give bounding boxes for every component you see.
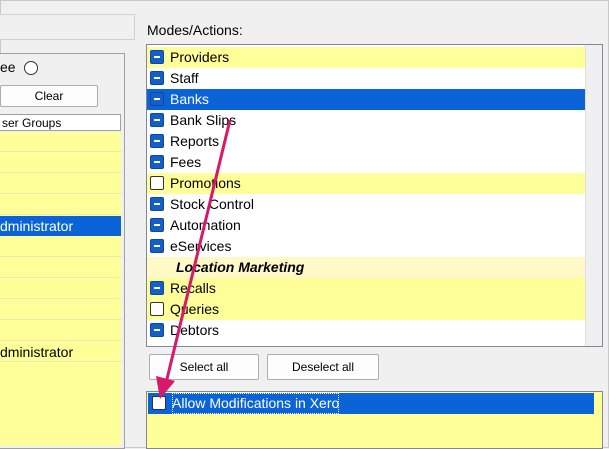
partial-checkbox-icon[interactable] [150, 113, 164, 127]
mode-action-label: Promotions [170, 175, 241, 191]
user-group-row[interactable] [0, 237, 121, 257]
permissions-list[interactable]: Allow Modifications in Xero [146, 391, 603, 449]
modes-actions-label: Modes/Actions: [147, 22, 243, 38]
partial-checkbox-icon[interactable] [150, 155, 164, 169]
mode-action-row[interactable]: Promotions [147, 173, 585, 194]
user-group-row[interactable] [0, 258, 121, 278]
radio-button[interactable] [24, 61, 38, 75]
mode-action-label: Staff [170, 70, 199, 86]
user-group-row[interactable]: dministrator [0, 342, 121, 362]
mode-action-row[interactable]: Recalls [147, 278, 585, 299]
user-group-row[interactable] [0, 321, 121, 341]
checkbox-icon[interactable] [150, 176, 164, 190]
partial-checkbox-icon[interactable] [150, 71, 164, 85]
user-group-row[interactable] [0, 300, 121, 320]
mode-action-label: eServices [170, 238, 232, 254]
clear-button[interactable]: Clear [0, 85, 98, 107]
mode-action-row[interactable]: Staff [147, 68, 585, 89]
left-toolbar-area [0, 14, 135, 40]
mode-action-row[interactable]: Queries [147, 299, 585, 320]
user-group-row[interactable] [0, 195, 121, 215]
user-group-row[interactable] [0, 153, 121, 173]
partial-checkbox-icon[interactable] [150, 218, 164, 232]
mode-action-row[interactable]: Location Marketing [147, 257, 585, 278]
mode-action-row[interactable]: Debtors [147, 320, 585, 341]
user-group-row[interactable] [0, 174, 121, 194]
mode-action-label: Fees [170, 154, 202, 170]
user-group-row[interactable] [0, 279, 121, 299]
mode-action-row[interactable]: Bank Slips [147, 110, 585, 131]
mode-action-label: Bank Slips [170, 112, 237, 128]
mode-action-row[interactable]: Stock Control [147, 194, 585, 215]
mode-action-row[interactable]: Reports [147, 131, 585, 152]
partial-checkbox-icon[interactable] [150, 197, 164, 211]
partial-checkbox-icon[interactable] [150, 134, 164, 148]
user-group-row[interactable] [0, 132, 121, 152]
partial-checkbox-icon[interactable] [150, 239, 164, 253]
list-item-label: Allow Modifications in Xero [172, 393, 340, 414]
partial-checkbox-icon[interactable] [150, 323, 164, 337]
mode-action-label: Automation [170, 217, 241, 233]
vertical-scrollbar[interactable] [585, 45, 602, 346]
mode-action-row[interactable]: Banks [147, 89, 585, 110]
deselect-all-button[interactable]: Deselect all [267, 354, 379, 380]
mode-action-label: Reports [170, 133, 220, 149]
mode-action-row[interactable]: Fees [147, 152, 585, 173]
radio-label: ee [0, 59, 16, 75]
mode-action-label: Location Marketing [176, 259, 305, 275]
user-groups-column-header[interactable]: ser Groups [0, 114, 121, 131]
checkbox-icon[interactable] [152, 396, 166, 410]
mode-action-label: Queries [170, 301, 220, 317]
user-groups-list[interactable]: dministrator dministrator [0, 132, 121, 446]
user-group-row[interactable]: dministrator [0, 216, 121, 236]
mode-action-label: Banks [170, 91, 209, 107]
mode-action-row[interactable]: Automation [147, 215, 585, 236]
partial-checkbox-icon[interactable] [150, 281, 164, 295]
partial-checkbox-icon[interactable] [150, 50, 164, 64]
partial-checkbox-icon[interactable] [150, 92, 164, 106]
select-all-button[interactable]: Select all [149, 354, 259, 380]
list-item-allow-modifications[interactable]: Allow Modifications in Xero [148, 393, 594, 414]
mode-action-label: Recalls [170, 280, 216, 296]
modes-actions-list[interactable]: Providers Staff Banks Bank Slips Reports Fees… [146, 44, 603, 347]
checkbox-icon[interactable] [150, 302, 164, 316]
mode-action-label: Providers [170, 49, 230, 65]
mode-action-row[interactable]: eServices [147, 236, 585, 257]
mode-action-label: Debtors [170, 322, 220, 338]
mode-action-row[interactable]: Providers [147, 47, 585, 68]
mode-action-label: Stock Control [170, 196, 255, 212]
